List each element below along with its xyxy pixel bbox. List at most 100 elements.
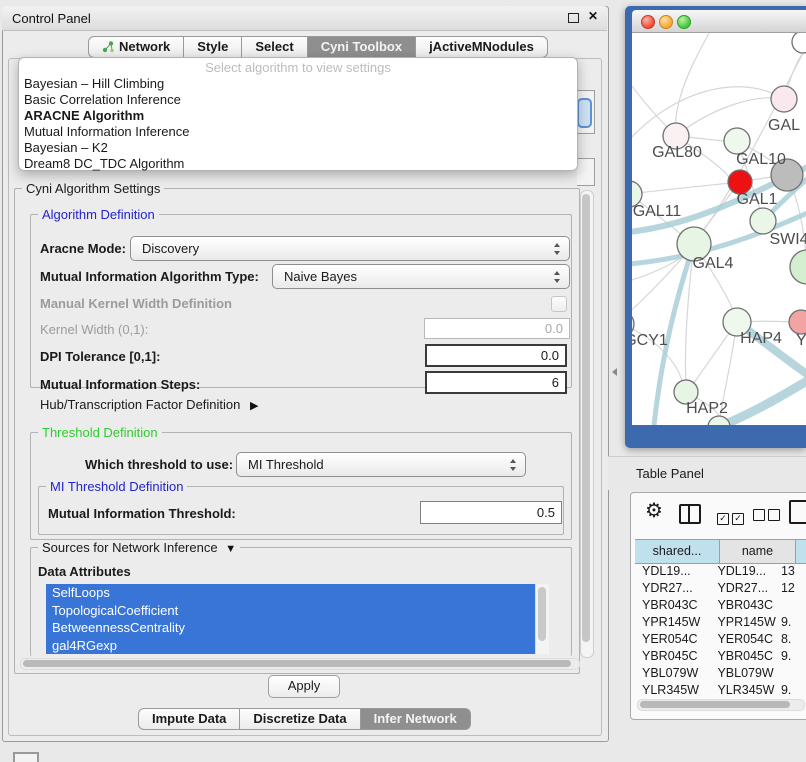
table-cell [778, 665, 806, 682]
table-cell: 12 [778, 580, 806, 597]
group-title: Cyni Algorithm Settings [22, 181, 164, 196]
node-label-gal4: GAL4 [693, 255, 734, 272]
tab-label: jActiveMNodules [429, 37, 534, 57]
hub-factor-label: Hub/Transcription Factor Definition [40, 397, 240, 412]
attribute-item-topologicalcoefficient[interactable]: TopologicalCoefficient [46, 602, 548, 620]
close-panel-icon[interactable]: ✕ [588, 9, 598, 23]
settings-horizontal-scrollbar[interactable] [20, 658, 580, 670]
file-icon[interactable] [789, 500, 806, 524]
group-title: MI Threshold Definition [46, 479, 187, 494]
zoom-window-button[interactable] [677, 15, 691, 29]
tab-impute-data[interactable]: Impute Data [138, 708, 240, 730]
manual-kernel-checkbox [551, 296, 567, 312]
attribute-item-selfloops[interactable]: SelfLoops [46, 584, 548, 602]
checked-box-icon: ✓ [717, 513, 729, 525]
attribute-item-gal4rgexp[interactable]: gal4RGexp [46, 637, 548, 655]
mi-steps-field[interactable]: 6 [425, 371, 567, 394]
algorithm-option-bayesian-k2[interactable]: Bayesian – K2 [19, 140, 577, 156]
network-node[interactable] [708, 416, 730, 425]
attributes-list-scrollbar-thumb[interactable] [538, 587, 546, 641]
data-attributes-list[interactable]: SelfLoopsTopologicalCoefficientBetweenne… [46, 584, 548, 654]
network-edge-highlighted[interactable] [719, 375, 806, 425]
split-pane-handle[interactable] [612, 368, 617, 376]
gear-icon[interactable]: ⚙ [645, 501, 663, 521]
table-cell: YBR043C [710, 597, 778, 614]
table-row[interactable]: YDL19...YDL19...13 [635, 563, 806, 580]
close-window-button[interactable] [641, 15, 655, 29]
float-window-icon[interactable] [568, 13, 579, 23]
minimize-window-button[interactable] [659, 15, 673, 29]
table-row[interactable]: YLR345WYLR345W9. [635, 682, 806, 699]
table-row[interactable]: YER054CYER054C8. [635, 631, 806, 648]
dpi-tolerance-field[interactable]: 0.0 [425, 344, 567, 367]
table-cell: YLR345W [710, 682, 778, 699]
network-edge[interactable] [632, 182, 740, 194]
node-label-hap4: HAP4 [740, 330, 782, 347]
tab-jactivemnodules[interactable]: jActiveMNodules [416, 36, 548, 58]
column-header-a[interactable]: A [796, 540, 806, 563]
column-layout-icon[interactable] [679, 504, 701, 524]
network-edge[interactable] [694, 53, 803, 244]
data-attributes-label: Data Attributes [38, 564, 131, 579]
deselect-all-checkboxes-icon[interactable] [753, 508, 783, 526]
settings-vertical-scrollbar-thumb[interactable] [582, 194, 590, 642]
tab-style[interactable]: Style [184, 36, 242, 58]
node-label-y: Y [796, 332, 806, 349]
select-all-checkboxes-icon[interactable]: ✓✓ [717, 508, 747, 526]
attribute-item-betweennesscentrality[interactable]: BetweennessCentrality [46, 619, 548, 637]
attributes-list-scrollbar[interactable] [535, 584, 549, 654]
algorithm-option-bayesian-hill-climbing[interactable]: Bayesian – Hill Climbing [19, 76, 577, 92]
network-node[interactable] [792, 33, 806, 53]
table-row[interactable]: YPR145WYPR145W9. [635, 614, 806, 631]
table-row[interactable]: YBR045CYBR045C9. [635, 648, 806, 665]
network-edge[interactable] [675, 33, 712, 136]
minimized-panel-icon[interactable] [13, 752, 39, 762]
column-header-shared-[interactable]: shared... [635, 540, 720, 563]
column-header-name[interactable]: name [720, 540, 796, 563]
tab-cyni-toolbox[interactable]: Cyni Toolbox [308, 36, 416, 58]
tab-select[interactable]: Select [242, 36, 307, 58]
aracne-mode-label: Aracne Mode: [40, 241, 126, 256]
tab-network[interactable]: Network [88, 36, 184, 58]
aracne-mode-select[interactable]: Discovery [130, 236, 570, 261]
hidden-field-fragment [577, 158, 595, 186]
settings-vertical-scrollbar[interactable] [580, 190, 594, 658]
settings-horizontal-scrollbar-thumb[interactable] [23, 660, 571, 667]
table-row[interactable]: YBL079WYBL079W [635, 665, 806, 682]
table-cell: YLR345W [635, 682, 710, 699]
table-row[interactable]: YDR27...YDR27...12 [635, 580, 806, 597]
hub-factor-expander[interactable]: Hub/Transcription Factor Definition ▶ [40, 397, 258, 412]
tab-label: Discretize Data [253, 709, 346, 729]
table-cell: 8. [778, 631, 806, 648]
tab-infer-network[interactable]: Infer Network [361, 708, 471, 730]
mi-threshold-label: Mutual Information Threshold: [48, 506, 236, 521]
tab-label: Impute Data [152, 709, 226, 729]
mi-type-select[interactable]: Naive Bayes [272, 264, 570, 289]
dropdown-item-list: Bayesian – Hill ClimbingBasic Correlatio… [19, 76, 577, 172]
mi-threshold-field[interactable]: 0.5 [420, 501, 562, 524]
table-row[interactable]: YBR043CYBR043C [635, 597, 806, 614]
dropdown-placeholder: Select algorithm to view settings [19, 60, 577, 76]
table-horizontal-scrollbar-thumb[interactable] [640, 701, 790, 708]
algorithm-option-aracne-algorithm[interactable]: ARACNE Algorithm [19, 108, 577, 124]
which-threshold-select[interactable]: MI Threshold [236, 452, 526, 477]
algorithm-option-mutual-information-inference[interactable]: Mutual Information Inference [19, 124, 577, 140]
algorithm-option-dream8-dc-tdc-algorithm[interactable]: Dream8 DC_TDC Algorithm [19, 156, 577, 172]
network-canvas[interactable]: GALGAL80GAL10GAL1GAL11SWI4GAL4GCY1HAP4YH… [632, 33, 806, 425]
apply-button[interactable]: Apply [268, 675, 340, 698]
table-cell: 9. [778, 614, 806, 631]
sources-title-label: Sources for Network Inference [42, 540, 218, 555]
algorithm-option-basic-correlation-inference[interactable]: Basic Correlation Inference [19, 92, 577, 108]
manual-kernel-label: Manual Kernel Width Definition [40, 296, 232, 311]
mi-type-label: Mutual Information Algorithm Type: [40, 269, 259, 284]
table-horizontal-scrollbar[interactable] [637, 699, 805, 711]
group-title: Threshold Definition [38, 425, 162, 440]
node-label-hap2: HAP2 [686, 400, 728, 417]
sources-group-title[interactable]: Sources for Network Inference ▼ [38, 540, 240, 555]
tab-discretize-data[interactable]: Discretize Data [240, 708, 360, 730]
network-node-y[interactable] [789, 310, 806, 334]
network-node-gal[interactable] [771, 86, 797, 112]
network-node[interactable] [790, 250, 806, 284]
node-label-gal: GAL [768, 117, 800, 134]
table-panel-header: Table Panel [608, 456, 806, 490]
